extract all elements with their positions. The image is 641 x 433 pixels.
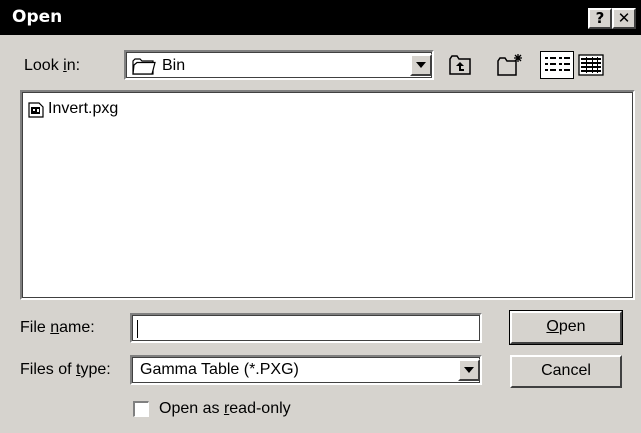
window-title: Open [12, 7, 63, 27]
file-type-label: Files of type: [20, 361, 111, 378]
read-only-label[interactable]: Open as read-only [159, 400, 291, 418]
up-one-level-icon [449, 55, 471, 75]
chevron-down-icon [416, 62, 426, 68]
create-new-folder-button[interactable] [496, 52, 522, 78]
details-view-button[interactable] [577, 52, 604, 78]
chevron-down-icon [464, 367, 474, 373]
file-type-dropdown-button[interactable] [458, 359, 480, 381]
help-icon: ? [595, 9, 605, 27]
pxg-file-icon [28, 102, 44, 118]
close-icon: ✕ [617, 9, 631, 27]
title-bar: Open ? ✕ [0, 0, 641, 35]
file-name-input[interactable] [130, 313, 482, 343]
help-button[interactable]: ? [588, 8, 612, 29]
folder-icon [132, 58, 156, 75]
file-list[interactable]: Invert.pxg [20, 90, 635, 300]
look-in-combo[interactable]: Bin [124, 50, 434, 80]
file-name-label: File name: [20, 319, 95, 336]
file-type-combo[interactable]: Gamma Table (*.PXG) [130, 355, 482, 385]
text-caret [137, 320, 138, 338]
list-view-button[interactable] [540, 51, 574, 79]
file-type-value: Gamma Table (*.PXG) [140, 361, 299, 378]
look-in-label: Look in: [24, 57, 81, 74]
look-in-dropdown-button[interactable] [410, 54, 432, 76]
file-name-text: Invert.pxg [48, 100, 119, 117]
create-new-folder-icon [497, 54, 522, 76]
open-button[interactable]: Open [509, 310, 623, 345]
up-one-level-button[interactable] [448, 52, 474, 78]
close-button[interactable]: ✕ [612, 8, 636, 29]
cancel-button[interactable]: Cancel [510, 355, 622, 388]
look-in-value: Bin [162, 57, 186, 74]
details-view-icon [578, 54, 604, 76]
list-view-icon [545, 57, 570, 71]
read-only-checkbox[interactable] [133, 401, 149, 417]
